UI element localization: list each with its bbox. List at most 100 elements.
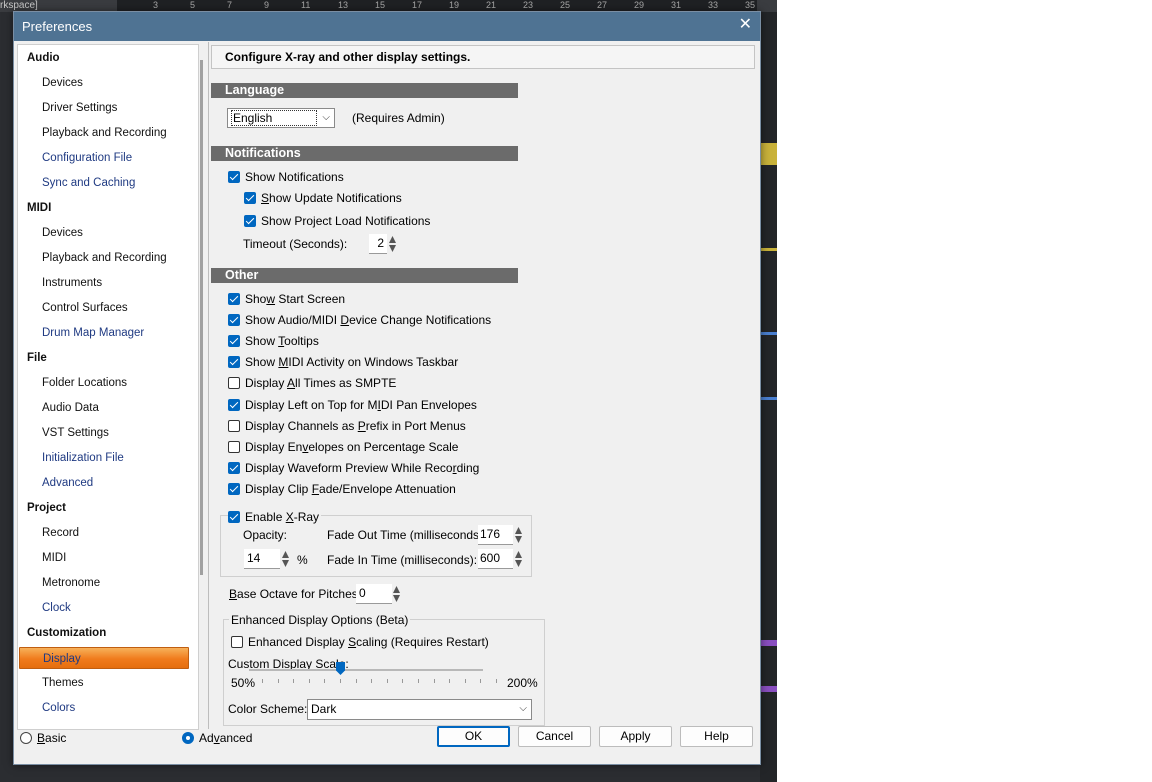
show-update-notifications-checkbox[interactable]: Show Update Notifications [244,190,402,206]
nav-item-clock[interactable]: Clock [42,597,71,619]
nav-item-advanced[interactable]: Advanced [42,472,93,494]
nav-item-midi[interactable]: MIDI [42,547,66,569]
basic-radio[interactable]: Basic [20,730,66,746]
other-option-checkbox[interactable]: Show Tooltips [228,333,319,349]
nav-item-sync-and-caching[interactable]: Sync and Caching [42,172,135,194]
checkbox-icon [228,482,240,495]
fade-out-spinner[interactable] [515,526,522,544]
label-part: ll Times as SMPTE [295,376,397,391]
nav-item-customization[interactable]: Customization [27,622,106,644]
access-key: X [285,510,294,524]
other-option-checkbox[interactable]: Display Waveform Preview While Recording [228,460,479,476]
base-octave-label: Base Octave for Pitches: [229,586,361,602]
title-bar: Preferences ✕ [14,12,760,41]
checkbox-icon [228,461,240,474]
timeout-label: Timeout (Seconds): [243,237,348,251]
nav-item-devices[interactable]: Devices [42,222,83,244]
ruler-tick-label: 27 [597,0,608,10]
enhanced-group-label: Enhanced Display Options (Beta) [229,612,411,628]
nav-item-audio[interactable]: Audio [27,47,60,69]
checkbox-icon [228,314,240,327]
timeout-input[interactable]: 2 [369,234,387,254]
other-option-checkbox[interactable]: Display Channels as Prefix in Port Menus [228,418,466,434]
opacity-input[interactable]: 14 [244,549,280,569]
nav-item-themes[interactable]: Themes [42,672,84,694]
language-select[interactable]: English ⌵ [227,108,335,128]
base-octave-spinner[interactable] [393,585,400,603]
nav-item-playback-and-recording[interactable]: Playback and Recording [42,122,167,144]
other-option-checkbox[interactable]: Show Audio/MIDI Device Change Notificati… [228,312,491,328]
ruler-tick-label: 25 [560,0,571,10]
other-option-checkbox[interactable]: Display Clip Fade/Envelope Attenuation [228,481,456,497]
nav-item-driver-settings[interactable]: Driver Settings [42,97,117,119]
nav-item-record[interactable]: Record [42,522,79,544]
page-header: Configure X-ray and other display settin… [211,45,755,69]
show-notifications-checkbox[interactable]: Show Notifications [228,169,344,185]
fade-in-input[interactable]: 600 [478,549,513,569]
language-admin-note: (Requires Admin) [352,111,445,125]
label-part: Show [245,334,279,349]
other-option-checkbox[interactable]: Display All Times as SMPTE [228,375,396,391]
dialog-title: Preferences [22,19,93,34]
color-scheme-value: Dark [311,702,337,716]
nav-item-midi[interactable]: MIDI [27,197,51,219]
other-option-checkbox[interactable]: Show MIDI Activity on Windows Taskbar [228,354,458,370]
access-key: M [278,355,289,370]
nav-item-initialization-file[interactable]: Initialization File [42,447,124,469]
help-button[interactable]: Help [680,726,753,747]
checkbox-icon [228,398,240,411]
nav-item-colors[interactable]: Colors [42,697,75,719]
notifications-section-header: Notifications [211,146,518,161]
label-part: ding [456,460,480,475]
label-part: Display Left on Top for M [245,397,378,412]
label-part: Display Channels as [245,418,358,433]
nav-scrollbar[interactable] [200,60,203,575]
color-scheme-label: Color Scheme: [228,702,308,716]
slider-tick [434,679,435,683]
clip-strip [760,332,777,335]
nav-item-instruments[interactable]: Instruments [42,272,102,294]
page-title: Configure X-ray and other display settin… [225,50,471,64]
nav-item-project[interactable]: Project [27,497,66,519]
nav-item-drum-map-manager[interactable]: Drum Map Manager [42,322,144,344]
fade-in-spinner[interactable] [515,550,522,568]
other-option-checkbox[interactable]: Display Envelopes on Percentage Scale [228,439,458,455]
other-option-checkbox[interactable]: Display Left on Top for MIDI Pan Envelop… [228,397,477,413]
nav-item-devices[interactable]: Devices [42,72,83,94]
display-scale-slider-track[interactable] [249,669,483,671]
nav-item-control-surfaces[interactable]: Control Surfaces [42,297,128,319]
checkbox-icon [228,356,240,369]
checkbox-icon [228,293,240,305]
apply-button[interactable]: Apply [599,726,672,747]
nav-item-file[interactable]: File [27,347,47,369]
nav-item-playback-and-recording[interactable]: Playback and Recording [42,247,167,269]
nav-item-metronome[interactable]: Metronome [42,572,100,594]
opacity-spinner[interactable] [282,550,289,568]
close-icon[interactable]: ✕ [739,16,752,34]
slider-tick [278,679,279,683]
nav-item-vst-settings[interactable]: VST Settings [42,422,109,444]
slider-tick [465,679,466,683]
nav-item-configuration-file[interactable]: Configuration File [42,147,132,169]
scale-min-label: 50% [231,676,256,690]
enable-xray-checkbox[interactable]: Enable X-Ray [228,509,322,525]
nav-item-audio-data[interactable]: Audio Data [42,397,99,419]
base-octave-input[interactable]: 0 [356,584,392,604]
advanced-radio[interactable]: Advanced [182,730,252,746]
color-scheme-select[interactable]: Dark ⌵ [307,699,532,720]
show-update-label: how Update Notifications [269,191,402,205]
slider-tick [262,679,263,683]
timeout-spinner[interactable] [389,235,396,253]
show-project-load-checkbox[interactable]: Show Project Load Notifications [244,213,430,229]
nav-item-folder-locations[interactable]: Folder Locations [42,372,127,394]
slider-tick [496,679,497,683]
fade-out-input[interactable]: 176 [478,525,513,545]
ruler-tick-label: 13 [338,0,349,10]
nav-item-display[interactable]: Display [19,647,189,669]
ok-button[interactable]: OK [437,726,510,747]
other-option-checkbox[interactable]: Show Start Screen [228,291,345,307]
enhanced-scaling-checkbox[interactable]: Enhanced Display Scaling (Requires Resta… [231,634,489,650]
cancel-button[interactable]: Cancel [518,726,591,747]
checkbox-icon [231,636,243,648]
ruler-tick-label: 33 [708,0,719,10]
